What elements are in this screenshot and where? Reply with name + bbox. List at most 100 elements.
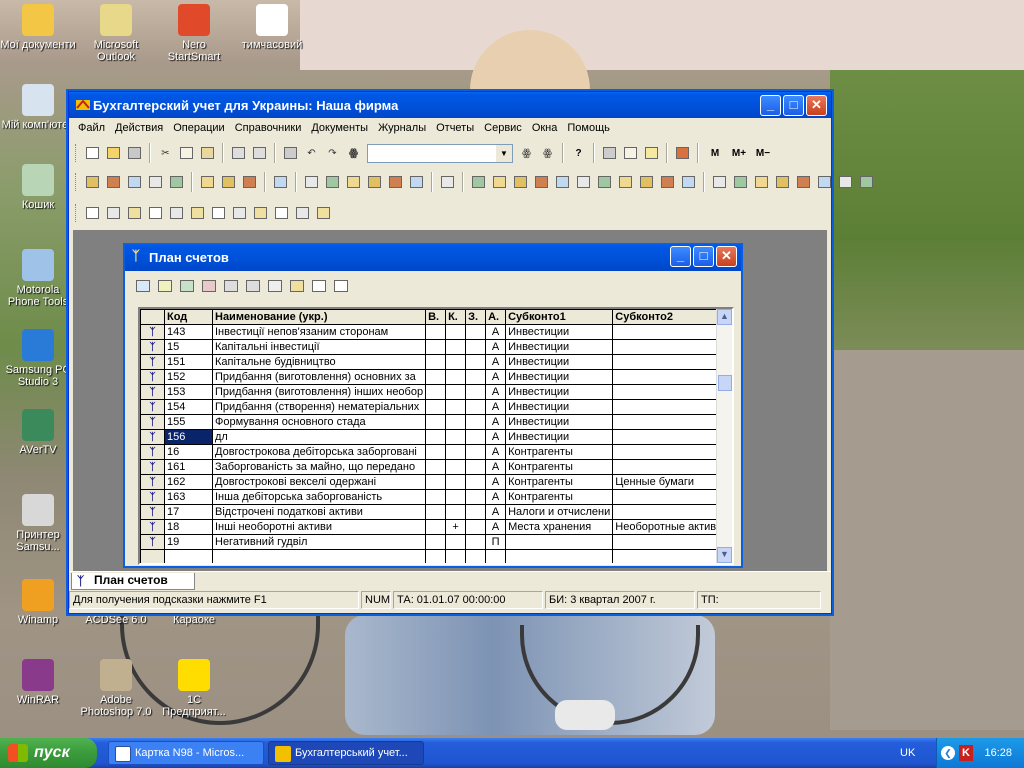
table-cell-v[interactable] xyxy=(425,504,447,520)
table-cell[interactable] xyxy=(505,549,614,563)
table-cell-a[interactable]: А xyxy=(485,474,507,490)
book-icon[interactable] xyxy=(673,144,692,163)
column-header[interactable]: А. xyxy=(485,309,507,325)
toolbar-tool-icon[interactable] xyxy=(511,173,530,192)
table-cell-name[interactable]: Інша дебіторська заборгованість xyxy=(211,489,427,505)
table-row[interactable]: ᛉ 163 Інша дебіторська заборгованість А Конт… xyxy=(140,489,726,505)
table-cell-s2[interactable] xyxy=(612,354,726,370)
table-cell-s2[interactable] xyxy=(612,324,726,340)
table-cell-a[interactable]: А xyxy=(485,354,507,370)
column-header[interactable]: Субконто1 xyxy=(505,309,614,325)
table-cell-z[interactable] xyxy=(465,459,487,475)
table-cell-a[interactable]: А xyxy=(485,384,507,400)
table-cell-k[interactable]: + xyxy=(445,519,467,535)
child-toolbar-icon[interactable] xyxy=(177,277,196,296)
table-cell-v[interactable] xyxy=(425,459,447,475)
child-toolbar-icon[interactable] xyxy=(265,277,284,296)
table-cell-name[interactable]: Придбання (виготовлення) основних за xyxy=(211,369,427,385)
print-preview-icon[interactable] xyxy=(250,144,269,163)
toolbar-tool-icon[interactable] xyxy=(469,173,488,192)
toolbar-tool-icon[interactable] xyxy=(637,173,656,192)
table-cell-code[interactable]: 16 xyxy=(164,444,213,460)
copy-icon[interactable] xyxy=(177,144,196,163)
table-row[interactable]: ᛉ 143 Інвестиції непов'язаним сторонам А Инв… xyxy=(140,324,726,340)
desktop-icon[interactable]: Winamp xyxy=(0,579,76,626)
new-document-icon[interactable] xyxy=(83,144,102,163)
language-indicator[interactable]: UK xyxy=(900,738,915,768)
toolbar-tool-icon[interactable] xyxy=(219,173,238,192)
menu-item[interactable]: Журналы xyxy=(373,122,431,134)
print-icon[interactable] xyxy=(229,144,248,163)
table-cell-k[interactable] xyxy=(445,414,467,430)
toolbar-tool-icon[interactable] xyxy=(271,173,290,192)
table-cell-code[interactable]: 18 xyxy=(164,519,213,535)
table-cell-code[interactable]: 162 xyxy=(164,474,213,490)
toolbar-tool-icon[interactable] xyxy=(815,173,834,192)
menu-item[interactable]: Действия xyxy=(110,122,168,134)
taskbar-task-accounting[interactable]: Бухгалтерський учет... xyxy=(268,741,424,765)
toolbar-grip[interactable] xyxy=(75,144,78,162)
table-cell-s2[interactable] xyxy=(612,339,726,355)
table-cell-s1[interactable] xyxy=(505,534,614,550)
table-cell-name[interactable]: Негативний гудвіл xyxy=(211,534,427,550)
toolbar-tool-icon[interactable] xyxy=(146,173,165,192)
table-cell-v[interactable] xyxy=(425,414,447,430)
toolbar-tool-icon[interactable] xyxy=(836,173,855,192)
table-cell-k[interactable] xyxy=(445,369,467,385)
table-cell-name[interactable]: Придбання (виготовлення) інших необор xyxy=(211,384,427,400)
toolbar-tool-icon[interactable] xyxy=(658,173,677,192)
column-header[interactable] xyxy=(140,309,165,325)
table-cell-k[interactable] xyxy=(445,534,467,550)
table-cell-v[interactable] xyxy=(425,399,447,415)
desktop-icon[interactable]: Кошик xyxy=(0,164,76,211)
table-cell-z[interactable] xyxy=(465,354,487,370)
undo-icon[interactable]: ↶ xyxy=(302,144,321,163)
table-row[interactable]: ᛉ 151 Капітальне будівництво А Инвестиции xyxy=(140,354,726,370)
main-window-titlebar[interactable]: Бухгалтерский учет для Украины: Наша фир… xyxy=(69,92,831,118)
table-cell-s2[interactable] xyxy=(612,384,726,400)
start-button[interactable]: пуск xyxy=(0,738,97,768)
table-cell-a[interactable]: А xyxy=(485,489,507,505)
table-cell[interactable] xyxy=(425,549,447,563)
table-cell-a[interactable]: А xyxy=(485,429,507,445)
memory-mminus-button[interactable]: M− xyxy=(752,144,774,163)
toolbar-tool-icon[interactable] xyxy=(167,204,186,223)
toolbar-grip[interactable] xyxy=(75,173,78,191)
toolbar-tool-icon[interactable] xyxy=(438,173,457,192)
desktop-icon[interactable]: AVerTV xyxy=(0,409,76,456)
toolbar-tool-icon[interactable] xyxy=(365,173,384,192)
toolbar-tool-icon[interactable] xyxy=(314,204,333,223)
toolbar-tool-icon[interactable] xyxy=(532,173,551,192)
toolbar-tool-icon[interactable] xyxy=(407,173,426,192)
table-cell-name[interactable]: Інші необоротні активи xyxy=(211,519,427,535)
help-question-icon[interactable]: ? xyxy=(569,144,588,163)
scroll-thumb[interactable] xyxy=(718,375,732,391)
table-cell-a[interactable]: А xyxy=(485,339,507,355)
table-cell-v[interactable] xyxy=(425,339,447,355)
table-cell-z[interactable] xyxy=(465,339,487,355)
calculator-icon[interactable] xyxy=(281,144,300,163)
table-cell-s1[interactable]: Инвестиции xyxy=(505,429,614,445)
toolbar-tool-icon[interactable] xyxy=(490,173,509,192)
desktop-icon[interactable]: тимчасовий xyxy=(234,4,310,51)
clock[interactable]: 16:28 xyxy=(984,738,1012,768)
table-cell-z[interactable] xyxy=(465,444,487,460)
desktop-icon[interactable]: Принтер Samsu... xyxy=(0,494,76,553)
table-cell-code[interactable]: 153 xyxy=(164,384,213,400)
table-cell-k[interactable] xyxy=(445,504,467,520)
table-cell-code[interactable]: 151 xyxy=(164,354,213,370)
toolbar-tool-icon[interactable] xyxy=(251,204,270,223)
table-cell-code[interactable]: 17 xyxy=(164,504,213,520)
table-row[interactable]: ᛉ 17 Відстрочені податкові активи А Налоги и… xyxy=(140,504,726,520)
toolbar-tool-icon[interactable] xyxy=(83,173,102,192)
table-cell-s2[interactable] xyxy=(612,414,726,430)
scroll-up-icon[interactable]: ▲ xyxy=(717,309,732,325)
cut-icon[interactable]: ✂ xyxy=(156,144,175,163)
table-cell-k[interactable] xyxy=(445,384,467,400)
table-row[interactable]: ᛉ 15 Капітальні інвестиції А Инвестиции xyxy=(140,339,726,355)
table-cell-name[interactable]: дл xyxy=(211,429,427,445)
child-toolbar-icon[interactable] xyxy=(155,277,174,296)
table-cell-k[interactable] xyxy=(445,429,467,445)
table-cell-s1[interactable]: Инвестиции xyxy=(505,369,614,385)
table-cell-s2[interactable] xyxy=(612,444,726,460)
